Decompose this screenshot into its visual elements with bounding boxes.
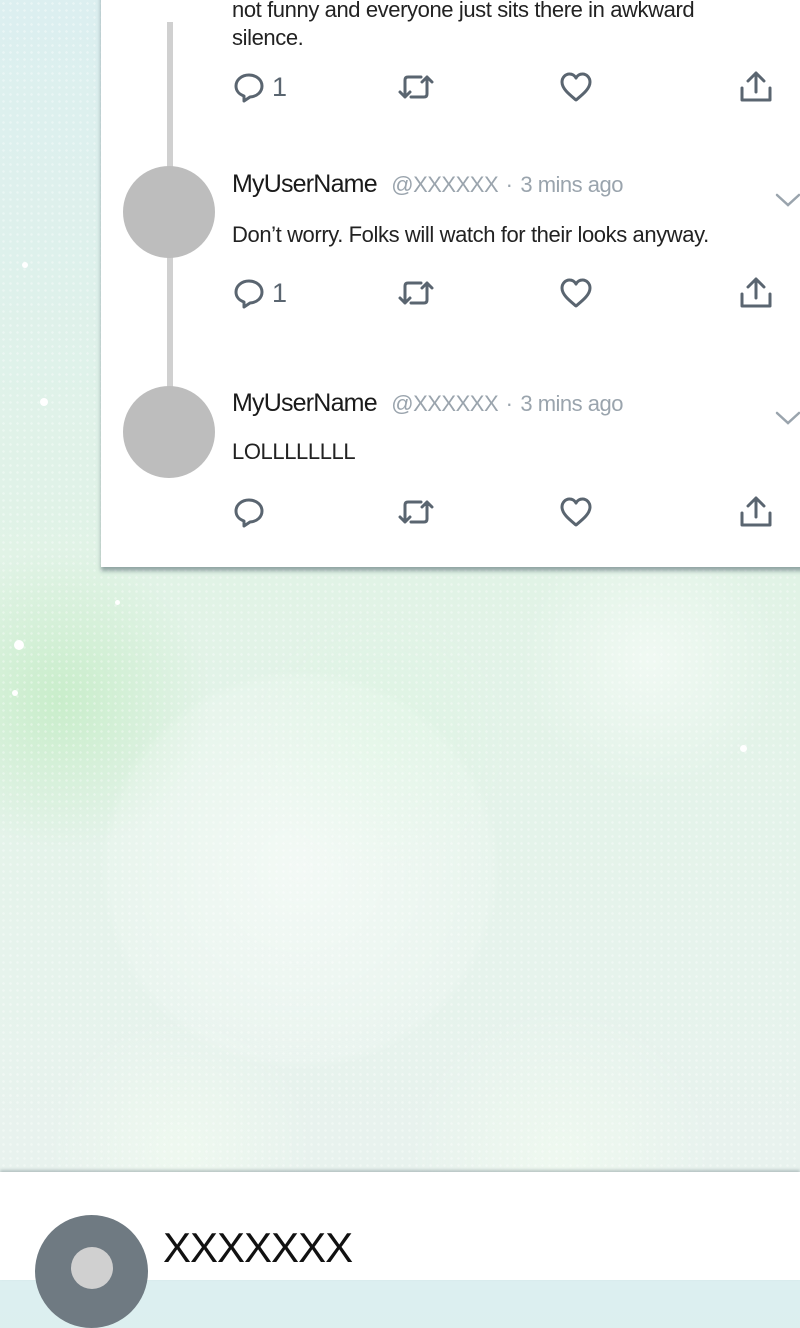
sparkle: [22, 262, 28, 268]
thread-line: [167, 248, 173, 393]
avatar-head: [71, 1247, 113, 1289]
username[interactable]: MyUserName: [232, 170, 378, 198]
tweet-text: LOLLLLLLLL: [232, 439, 356, 464]
reply-button[interactable]: 1: [232, 276, 287, 310]
retweet-button[interactable]: [396, 276, 436, 310]
reply-bubble-icon: [234, 498, 264, 528]
username[interactable]: MyUserName: [232, 389, 378, 417]
tweet-text: Don’t worry. Folks will watch for their …: [232, 222, 709, 247]
reply-button[interactable]: 1: [232, 70, 287, 104]
sparkle: [740, 745, 747, 752]
avatar[interactable]: [123, 166, 215, 258]
tweet-text-partial: not funny and everyone just sits there i…: [232, 0, 695, 50]
share-upload-icon: [740, 277, 772, 308]
separator-dot: ·: [505, 172, 513, 197]
tweet-header: MyUserName @XXXXXX · 3 mins ago: [232, 389, 623, 418]
heart-icon: [560, 497, 592, 527]
reply-count: 1: [272, 71, 288, 102]
heart-icon: [560, 72, 592, 102]
thread-line: [167, 22, 173, 172]
like-button[interactable]: [558, 276, 594, 310]
share-button[interactable]: [738, 70, 774, 104]
like-button[interactable]: [558, 495, 594, 529]
reply-count: 1: [272, 277, 288, 308]
retweet-button[interactable]: [396, 495, 436, 529]
tweet-actions: 1: [232, 70, 792, 104]
heart-icon: [560, 278, 592, 308]
timestamp: 3 mins ago: [520, 172, 623, 197]
share-upload-icon: [740, 71, 772, 102]
profile-avatar[interactable]: [35, 1215, 148, 1328]
sparkle: [14, 640, 24, 650]
avatar[interactable]: [123, 386, 215, 478]
sparkle: [40, 398, 48, 406]
tweet-thread-card: not funny and everyone just sits there i…: [101, 0, 800, 567]
sparkle: [12, 690, 18, 696]
user-handle[interactable]: @XXXXXX: [391, 172, 498, 197]
tweet-actions: 1: [232, 276, 792, 310]
profile-name[interactable]: XXXXXXX: [163, 1224, 353, 1272]
reply-bubble-icon: [234, 73, 264, 103]
reply-bubble-icon: [234, 279, 264, 309]
profile-panel: XXXXXXX: [0, 1172, 800, 1328]
tweet-header: MyUserName @XXXXXX · 3 mins ago: [232, 170, 623, 199]
separator-dot: ·: [505, 391, 513, 416]
chevron-down-icon[interactable]: [775, 410, 800, 426]
user-handle[interactable]: @XXXXXX: [391, 391, 498, 416]
share-button[interactable]: [738, 495, 774, 529]
chevron-down-icon[interactable]: [775, 192, 800, 208]
timestamp: 3 mins ago: [520, 391, 623, 416]
retweet-icon: [398, 75, 434, 99]
share-button[interactable]: [738, 276, 774, 310]
reply-button[interactable]: [232, 495, 272, 529]
share-upload-icon: [740, 496, 772, 527]
retweet-button[interactable]: [396, 70, 436, 104]
sparkle: [115, 600, 120, 605]
tweet-actions: [232, 495, 792, 529]
retweet-icon: [398, 281, 434, 305]
retweet-icon: [398, 500, 434, 524]
like-button[interactable]: [558, 70, 594, 104]
